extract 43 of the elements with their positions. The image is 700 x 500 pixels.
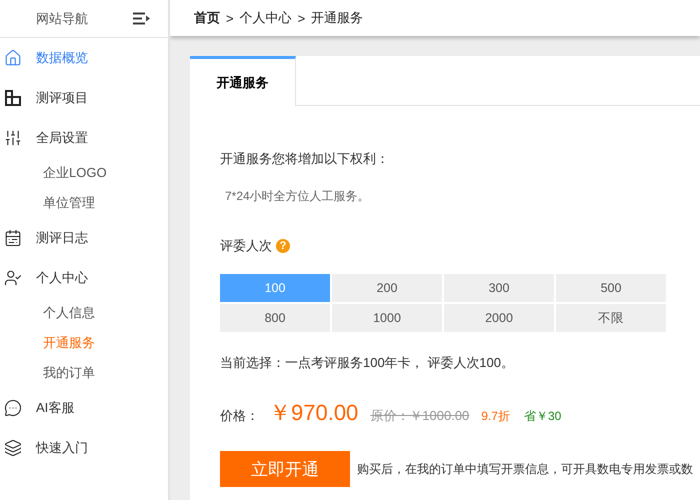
sidebar-item[interactable]: 快速入门 (0, 428, 168, 468)
option-button[interactable]: 800 (220, 304, 330, 332)
sliders-icon (4, 129, 22, 147)
sidebar-subitem[interactable]: 我的订单 (0, 358, 168, 388)
breadcrumb-item[interactable]: 首页 (194, 9, 220, 27)
price-label: 价格： (220, 407, 259, 425)
chat-icon (4, 399, 22, 417)
breadcrumb-separator: > (226, 10, 234, 26)
sidebar-subitem[interactable]: 个人信息 (0, 298, 168, 328)
sidebar-subitem[interactable]: 单位管理 (0, 188, 168, 218)
option-button[interactable]: 2000 (444, 304, 554, 332)
discount-text: 9.7折 (481, 408, 510, 425)
tab[interactable]: 开通服务 (190, 56, 296, 106)
menu-icon[interactable] (133, 12, 150, 25)
blocks-icon (4, 89, 22, 107)
breadcrumb-item: 开通服务 (311, 9, 364, 27)
invoice-note: 购买后，在我的订单中填写开票信息，可开具数电专用发票或数 (357, 460, 693, 478)
home-icon (4, 49, 22, 67)
option-button[interactable]: 1000 (332, 304, 442, 332)
benefits-heading: 开通服务您将增加以下权利： (220, 150, 389, 168)
breadcrumb-item[interactable]: 个人中心 (240, 9, 292, 27)
sidebar-item[interactable]: 测评日志 (0, 218, 168, 258)
sidebar-item[interactable]: 个人中心 (0, 258, 168, 298)
layers-icon (4, 439, 22, 457)
breadcrumb-separator: > (298, 10, 306, 26)
calendar-icon (4, 229, 22, 247)
reviewers-label: 评委人次 (220, 237, 272, 255)
option-button[interactable]: 200 (332, 274, 442, 302)
sidebar-item[interactable]: 测评项目 (0, 78, 168, 118)
sidebar-subitem[interactable]: 企业LOGO (0, 158, 168, 188)
user-icon (4, 269, 22, 287)
option-button[interactable]: 300 (444, 274, 554, 302)
sidebar-item[interactable]: 全局设置 (0, 118, 168, 158)
sidebar-item[interactable]: 数据概览 (0, 38, 168, 78)
option-button[interactable]: 不限 (556, 304, 666, 332)
benefit-text: 7*24小时全方位人工服务。 (225, 188, 370, 205)
sidebar-item[interactable]: AI客服 (0, 388, 168, 428)
option-button[interactable]: 500 (556, 274, 666, 302)
current-selection: 当前选择：一点考评服务100年卡， 评委人次100。 (220, 354, 514, 372)
sidebar-title: 网站导航 (36, 10, 88, 28)
saving-text: 省￥30 (524, 408, 562, 425)
original-price: 原价：￥1000.00 (370, 407, 470, 425)
price-value: ￥970.00 (269, 399, 358, 427)
